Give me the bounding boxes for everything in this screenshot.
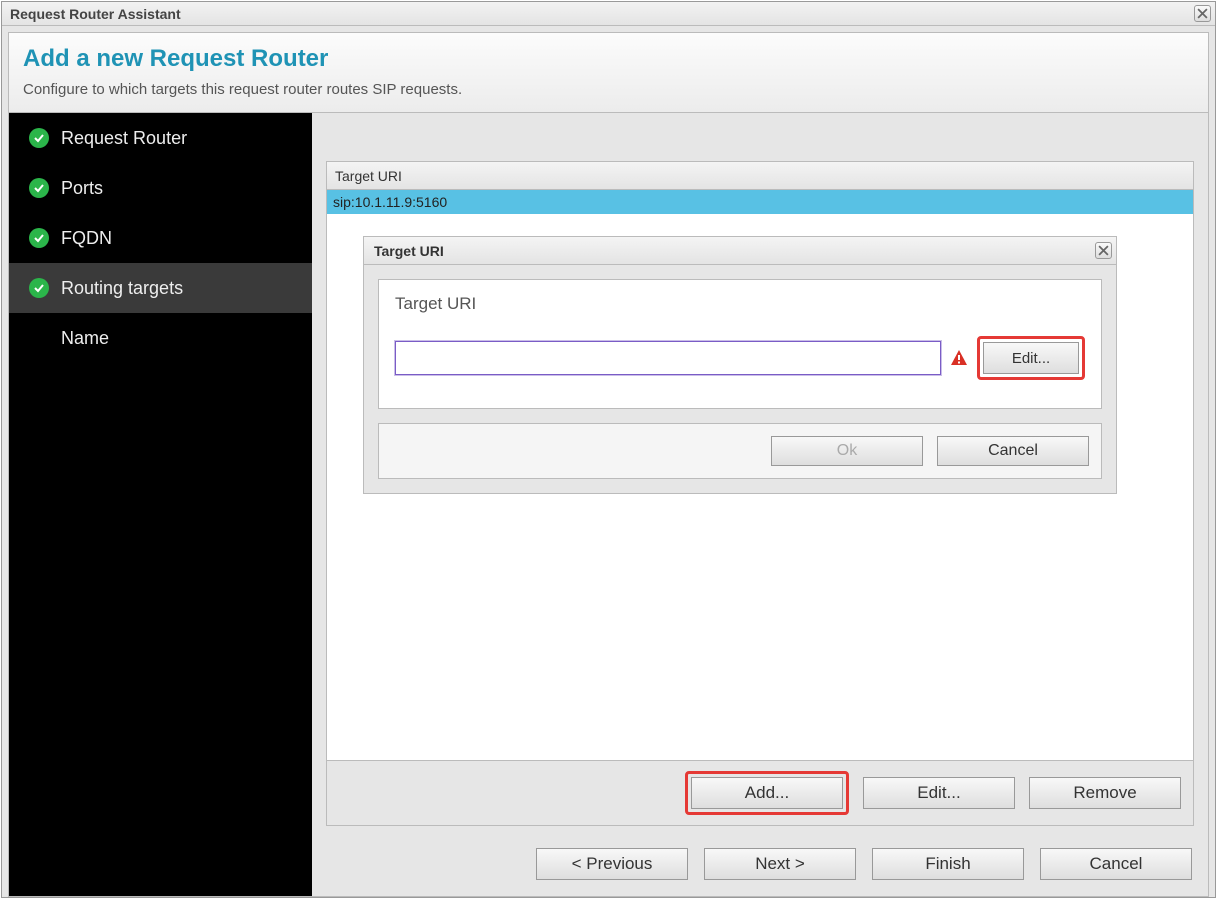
highlight: Add... xyxy=(685,771,849,815)
edit-target-button[interactable]: Edit... xyxy=(863,777,1015,809)
main-panel: Target URI sip:10.1.11.9:5160 Target URI xyxy=(312,113,1208,896)
cancel-button[interactable]: Cancel xyxy=(937,436,1089,466)
wizard-footer: < Previous Next > Finish Cancel xyxy=(312,834,1208,896)
finish-button[interactable]: Finish xyxy=(872,848,1024,880)
previous-button[interactable]: < Previous xyxy=(536,848,688,880)
wizard-sidebar: Request Router Ports FQDN Routing target… xyxy=(9,113,312,896)
header-panel: Add a new Request Router Configure to wh… xyxy=(8,32,1209,113)
dialog-titlebar: Target URI xyxy=(364,237,1116,265)
sidebar-item-ports[interactable]: Ports xyxy=(9,163,312,213)
warning-icon xyxy=(949,348,969,368)
page-title: Add a new Request Router xyxy=(23,45,1194,73)
assistant-window: Request Router Assistant Add a new Reque… xyxy=(1,1,1216,898)
dialog-title: Target URI xyxy=(374,243,444,259)
next-button[interactable]: Next > xyxy=(704,848,856,880)
cancel-wizard-button[interactable]: Cancel xyxy=(1040,848,1192,880)
close-icon[interactable] xyxy=(1095,242,1112,259)
sidebar-item-label: Request Router xyxy=(61,128,187,149)
sidebar-item-label: Ports xyxy=(61,178,103,199)
sidebar-item-fqdn[interactable]: FQDN xyxy=(9,213,312,263)
sidebar-item-request-router[interactable]: Request Router xyxy=(9,113,312,163)
window-title: Request Router Assistant xyxy=(10,6,1194,22)
highlight: Edit... xyxy=(977,336,1085,380)
check-icon xyxy=(29,128,49,148)
check-icon xyxy=(29,178,49,198)
sidebar-item-label: FQDN xyxy=(61,228,112,249)
input-row: Edit... xyxy=(395,336,1085,380)
targets-buttons: Add... Edit... Remove xyxy=(327,760,1193,825)
check-icon xyxy=(29,278,49,298)
ok-button[interactable]: Ok xyxy=(771,436,923,466)
titlebar: Request Router Assistant xyxy=(2,2,1215,26)
targets-table: Target URI sip:10.1.11.9:5160 Target URI xyxy=(327,162,1193,760)
sidebar-item-label: Name xyxy=(61,328,109,349)
target-uri-dialog: Target URI Target URI xyxy=(363,236,1117,494)
page-subtitle: Configure to which targets this request … xyxy=(23,81,1194,98)
column-header-target-uri[interactable]: Target URI xyxy=(327,162,1193,190)
add-target-button[interactable]: Add... xyxy=(691,777,843,809)
dialog-footer: Ok Cancel xyxy=(378,423,1102,479)
sidebar-item-name[interactable]: Name xyxy=(9,313,312,363)
dialog-field-block: Target URI Edit... xyxy=(378,279,1102,409)
target-uri-label: Target URI xyxy=(395,294,1085,314)
edit-uri-button[interactable]: Edit... xyxy=(983,342,1079,374)
close-icon[interactable] xyxy=(1194,5,1211,22)
table-row[interactable]: sip:10.1.11.9:5160 xyxy=(327,190,1193,214)
sidebar-item-routing-targets[interactable]: Routing targets xyxy=(9,263,312,313)
remove-target-button[interactable]: Remove xyxy=(1029,777,1181,809)
targets-panel: Target URI sip:10.1.11.9:5160 Target URI xyxy=(326,161,1194,826)
target-uri-input[interactable] xyxy=(395,341,941,375)
dialog-body: Target URI Edit... xyxy=(364,265,1116,493)
sidebar-item-label: Routing targets xyxy=(61,278,183,299)
check-icon xyxy=(29,228,49,248)
body: Request Router Ports FQDN Routing target… xyxy=(8,113,1209,897)
